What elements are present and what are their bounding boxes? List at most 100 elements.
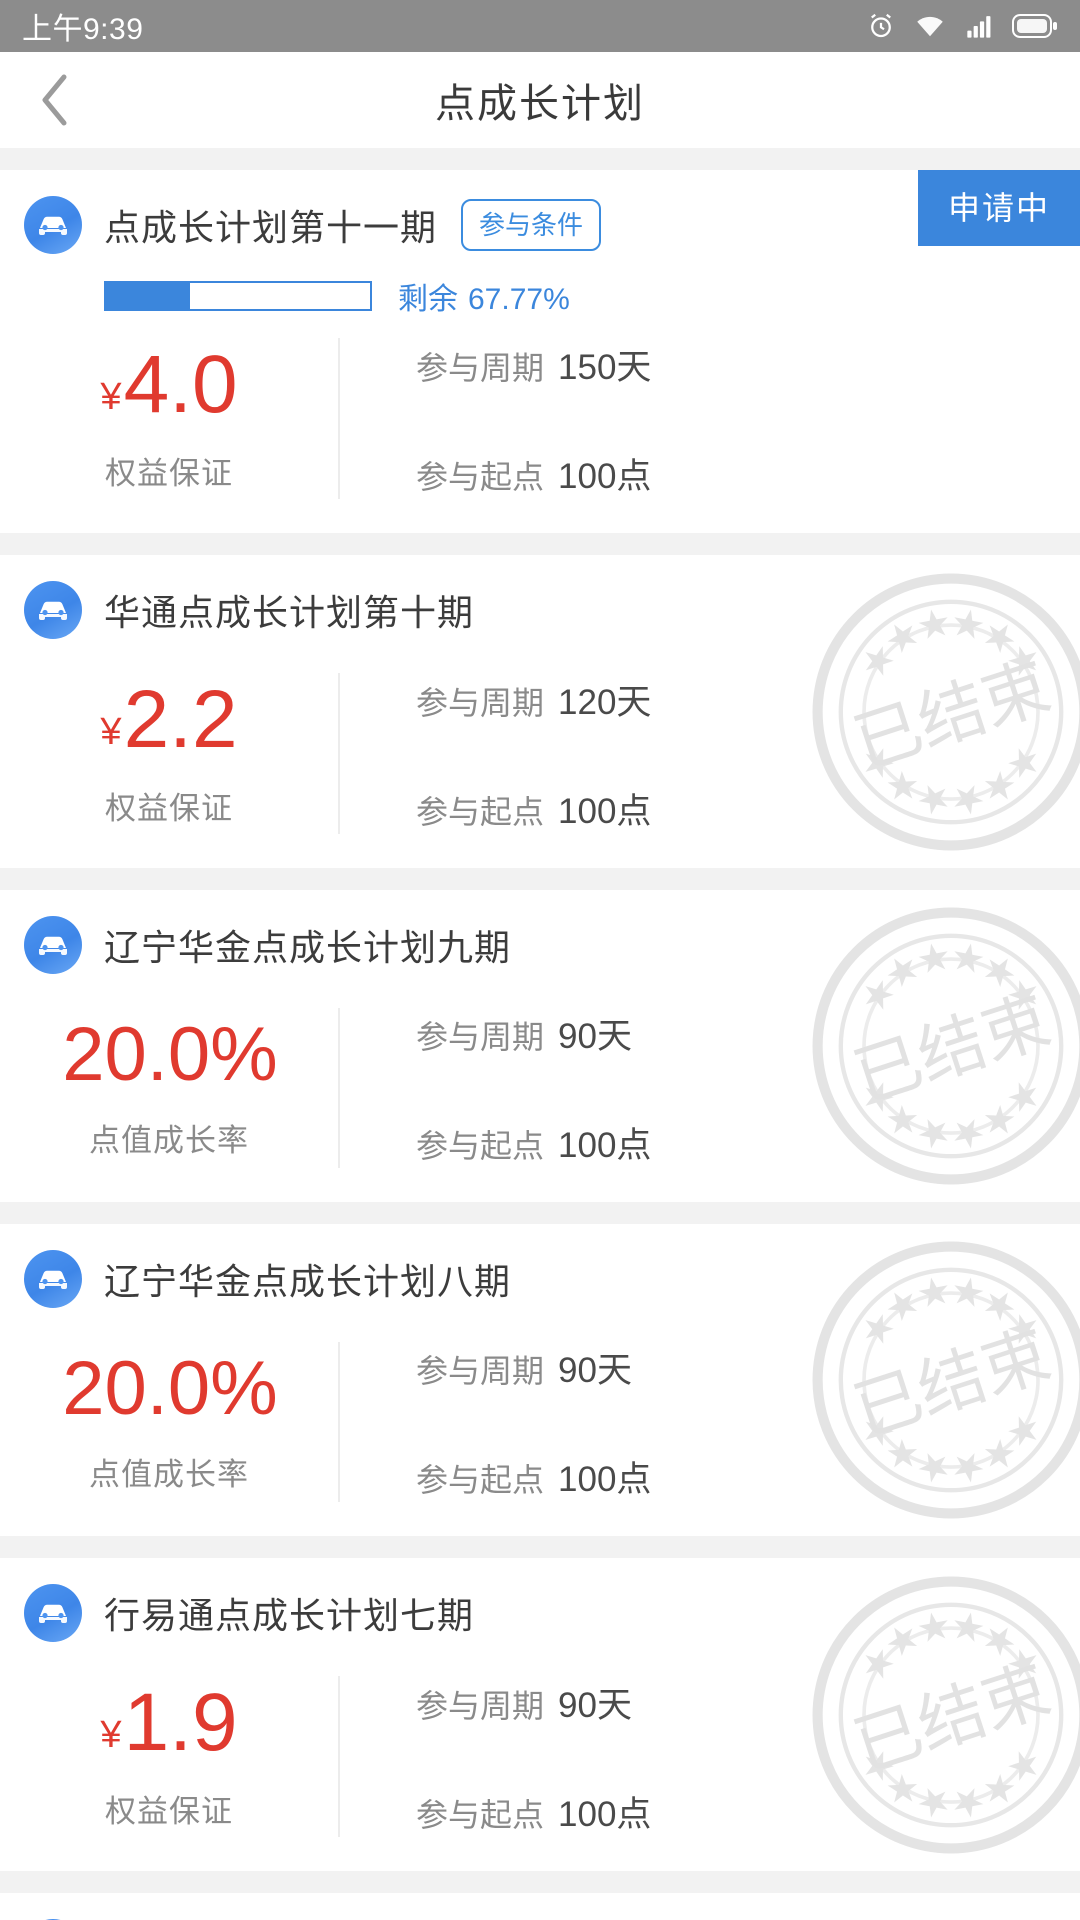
plan-period-value: 150天 xyxy=(558,347,652,387)
plan-value: ¥4.0 xyxy=(100,344,237,426)
plan-meta-block: 参与周期 120天 参与起点 100点 xyxy=(340,673,1080,834)
plan-value-label: 点值成长率 xyxy=(89,1122,249,1158)
plan-period-value: 90天 xyxy=(558,1017,632,1056)
plan-entry-value: 100点 xyxy=(558,456,652,496)
plan-card-body: 20.0% 点值成长率 参与周期 90天 参与起点 100点 xyxy=(0,1308,1080,1536)
plan-period: 参与周期 120天 xyxy=(416,674,1080,725)
status-badge[interactable]: 申请中 xyxy=(917,170,1080,246)
car-badge-icon xyxy=(24,196,82,254)
plan-value-block: ¥4.0 权益保证 xyxy=(0,338,340,499)
plan-period: 参与周期 90天 xyxy=(416,1677,1080,1728)
list-separator xyxy=(0,1202,1080,1224)
plan-value: ¥1.9 xyxy=(100,1682,237,1764)
plan-meta-block: 参与周期 150天 参与起点 100点 xyxy=(340,338,1080,499)
plan-period-value: 120天 xyxy=(558,682,652,722)
plan-value-number: 2.2 xyxy=(123,674,238,765)
plan-period-key: 参与周期 xyxy=(416,1353,545,1389)
plan-period: 参与周期 90天 xyxy=(416,1008,1080,1059)
plan-value: ¥2.2 xyxy=(100,679,237,761)
plan-card-header: 辽宁华金点成长计划九期 xyxy=(0,890,1080,974)
plan-card-partial[interactable] xyxy=(0,1893,1080,1920)
plan-card-header xyxy=(0,1893,1080,1920)
battery-icon xyxy=(1012,13,1058,39)
plan-card[interactable]: 已结束 行易通点成长计划七期 ¥1.9 权益保证 参与周期 90天 参与起点 1… xyxy=(0,1558,1080,1871)
plan-title: 点成长计划第十一期 xyxy=(104,207,438,248)
signal-icon xyxy=(964,12,994,40)
status-bar-clock: 上午9:39 xyxy=(22,13,144,46)
currency-symbol: ¥ xyxy=(100,711,122,753)
list-separator xyxy=(0,1871,1080,1893)
app-root: 上午9:39 点成长计划 申请中 点成长计划第十一期 参与条件 剩余 67.77… xyxy=(0,0,1080,1920)
plan-period-key: 参与周期 xyxy=(416,1687,545,1724)
plan-card[interactable]: 已结束 辽宁华金点成长计划八期 20.0% 点值成长率 参与周期 90天 参与起… xyxy=(0,1224,1080,1536)
plan-period-value: 90天 xyxy=(558,1685,632,1725)
plan-title: 华通点成长计划第十期 xyxy=(104,592,475,633)
plan-period-key: 参与周期 xyxy=(416,684,545,721)
progress-bar xyxy=(104,281,372,311)
remaining-text: 剩余 67.77% xyxy=(398,274,570,318)
plan-entry-value: 100点 xyxy=(558,1794,652,1834)
plan-card[interactable]: 申请中 点成长计划第十一期 参与条件 剩余 67.77% ¥ 4.0 权益保证 … xyxy=(0,170,1080,533)
car-badge-icon xyxy=(24,916,82,974)
back-button[interactable] xyxy=(0,52,110,148)
plan-value-number: 20.0% xyxy=(62,1345,278,1431)
plan-period: 参与周期 90天 xyxy=(416,1342,1080,1393)
car-badge-icon xyxy=(24,1584,82,1642)
plan-card-header: 华通点成长计划第十期 xyxy=(0,555,1080,639)
plan-value-block: ¥2.2 权益保证 xyxy=(0,673,340,834)
remaining-percent: 67.77% xyxy=(468,283,570,316)
plan-period: 参与周期 150天 xyxy=(416,339,1080,390)
plan-value-number: 4.0 xyxy=(123,339,238,430)
plan-list[interactable]: 申请中 点成长计划第十一期 参与条件 剩余 67.77% ¥ 4.0 权益保证 … xyxy=(0,148,1080,1920)
plan-value-block: 20.0% 点值成长率 xyxy=(0,1342,340,1502)
plan-card-header: 行易通点成长计划七期 xyxy=(0,1558,1080,1642)
plan-title: 行易通点成长计划七期 xyxy=(104,1595,475,1636)
plan-period-value: 90天 xyxy=(558,1351,632,1390)
plan-period-key: 参与周期 xyxy=(416,349,545,386)
plan-title: 辽宁华金点成长计划八期 xyxy=(104,1261,512,1302)
plan-entry: 参与起点 100点 xyxy=(416,1786,1080,1837)
status-bar: 上午9:39 xyxy=(0,0,1080,52)
car-badge-icon xyxy=(24,581,82,639)
plan-card-header: 辽宁华金点成长计划八期 xyxy=(0,1224,1080,1308)
plan-card-body: 20.0% 点值成长率 参与周期 90天 参与起点 100点 xyxy=(0,974,1080,1202)
plan-entry: 参与起点 100点 xyxy=(416,783,1080,834)
alarm-icon xyxy=(866,11,896,41)
list-separator xyxy=(0,148,1080,170)
plan-card-body: ¥2.2 权益保证 参与周期 120天 参与起点 100点 xyxy=(0,639,1080,868)
plan-entry-key: 参与起点 xyxy=(416,1462,545,1498)
wifi-icon xyxy=(914,11,946,41)
plan-value: 20.0% xyxy=(60,1011,278,1097)
car-badge-icon xyxy=(24,1250,82,1308)
page-title: 点成长计划 xyxy=(435,82,645,126)
plan-value: 20.0% xyxy=(60,1345,278,1431)
plan-entry-value: 100点 xyxy=(558,791,652,831)
currency-symbol: ¥ xyxy=(100,376,122,418)
plan-entry-value: 100点 xyxy=(558,1126,652,1165)
remaining-label: 剩余 xyxy=(398,283,458,316)
plan-entry-key: 参与起点 xyxy=(416,793,545,830)
plan-entry-value: 100点 xyxy=(558,1460,652,1499)
plan-meta-block: 参与周期 90天 参与起点 100点 xyxy=(340,1676,1080,1837)
plan-period-key: 参与周期 xyxy=(416,1019,545,1055)
plan-value-block: ¥1.9 权益保证 xyxy=(0,1676,340,1837)
chevron-left-icon xyxy=(38,72,72,128)
plan-value-block: 20.0% 点值成长率 xyxy=(0,1008,340,1168)
plan-entry-key: 参与起点 xyxy=(416,1796,545,1833)
plan-value-label: 点值成长率 xyxy=(89,1456,249,1492)
plan-entry: 参与起点 100点 xyxy=(416,1451,1080,1502)
plan-entry-key: 参与起点 xyxy=(416,1128,545,1164)
plan-value-number: 20.0% xyxy=(62,1011,278,1097)
list-separator xyxy=(0,1536,1080,1558)
plan-value-label: 权益保证 xyxy=(105,791,233,826)
plan-card[interactable]: 已结束 辽宁华金点成长计划九期 20.0% 点值成长率 参与周期 90天 参与起… xyxy=(0,890,1080,1202)
plan-title: 辽宁华金点成长计划九期 xyxy=(104,927,512,968)
list-separator xyxy=(0,533,1080,555)
plan-entry: 参与起点 100点 xyxy=(416,1117,1080,1168)
currency-symbol: ¥ xyxy=(100,1714,122,1756)
plan-card[interactable]: 已结束 华通点成长计划第十期 ¥2.2 权益保证 参与周期 120天 参与起点 … xyxy=(0,555,1080,868)
plan-entry: 参与起点 100点 xyxy=(416,448,1080,499)
condition-button[interactable]: 参与条件 xyxy=(461,199,602,251)
nav-bar: 点成长计划 xyxy=(0,52,1080,148)
plan-card-body: ¥1.9 权益保证 参与周期 90天 参与起点 100点 xyxy=(0,1642,1080,1871)
